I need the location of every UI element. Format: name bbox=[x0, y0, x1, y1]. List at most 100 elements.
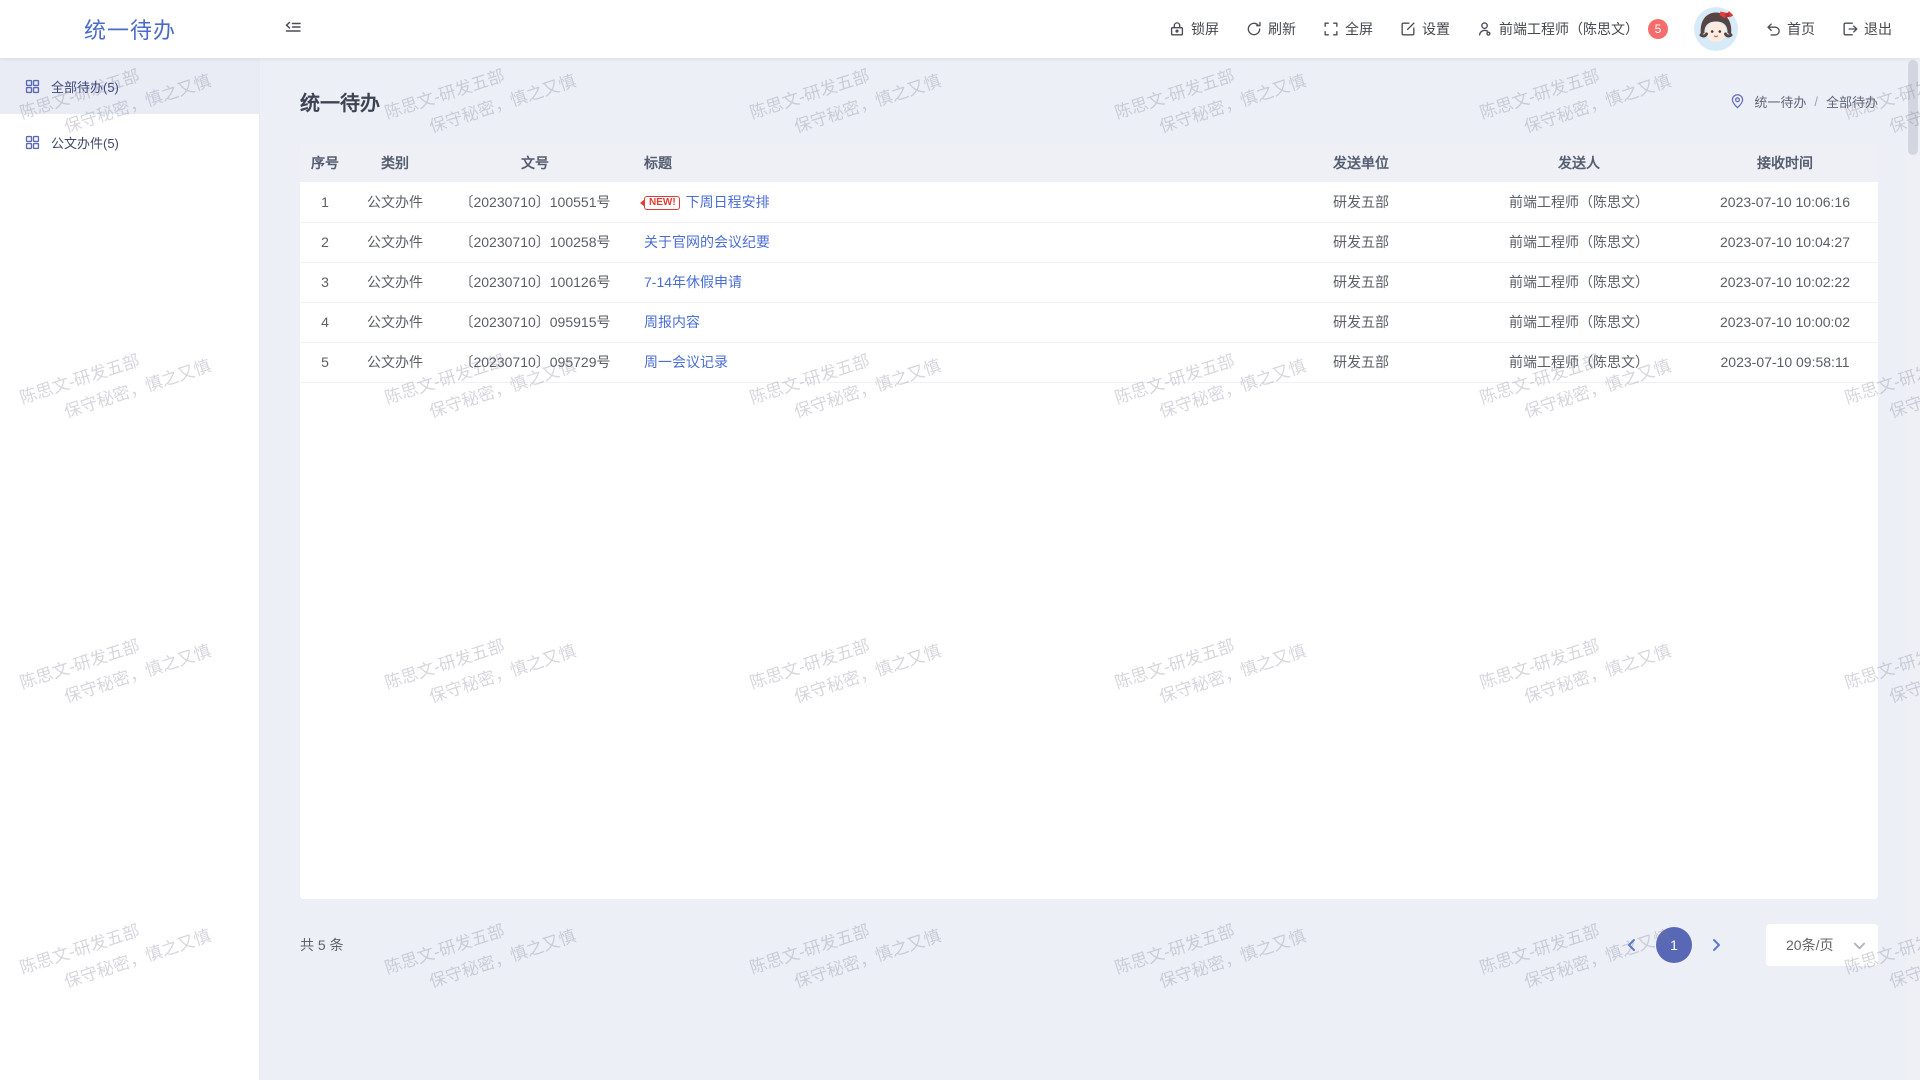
lock-icon bbox=[1168, 20, 1186, 38]
col-header-sender: 发送人 bbox=[1466, 144, 1692, 182]
table-row[interactable]: 4 公文办件 〔20230710〕095915号 周报内容 研发五部 前端工程师… bbox=[300, 302, 1878, 342]
new-tag-icon: NEW! bbox=[644, 196, 680, 210]
col-header-category: 类别 bbox=[350, 144, 440, 182]
app-logo: 统一待办 bbox=[84, 13, 176, 45]
breadcrumb-current: 全部待办 bbox=[1826, 92, 1878, 111]
cell-title: 关于官网的会议纪要 bbox=[630, 222, 1256, 262]
logo-area: 统一待办 bbox=[0, 13, 260, 45]
cell-unit: 研发五部 bbox=[1256, 222, 1466, 262]
scrollbar-thumb[interactable] bbox=[1908, 60, 1918, 155]
cell-title: 周报内容 bbox=[630, 302, 1256, 342]
breadcrumb: 统一待办 / 全部待办 bbox=[1729, 92, 1878, 111]
table-row[interactable]: 1 公文办件 〔20230710〕100551号 NEW!下周日程安排 研发五部… bbox=[300, 182, 1878, 222]
fullscreen-button[interactable]: 全屏 bbox=[1322, 19, 1373, 39]
todo-table-card: 序号 类别 文号 标题 发送单位 发送人 接收时间 1 公文办件 〔202307… bbox=[300, 144, 1878, 899]
cell-sender: 前端工程师（陈思文） bbox=[1466, 302, 1692, 342]
user-menu[interactable]: 前端工程师（陈思文） 5 bbox=[1476, 19, 1668, 39]
doc-title-link[interactable]: 下周日程安排 bbox=[686, 194, 770, 210]
logout-label: 退出 bbox=[1864, 19, 1892, 39]
cell-category: 公文办件 bbox=[350, 302, 440, 342]
col-header-received: 接收时间 bbox=[1692, 144, 1878, 182]
settings-icon bbox=[1399, 20, 1417, 38]
sidebar-item-label: 全部待办(5) bbox=[51, 77, 119, 96]
prev-page-button[interactable] bbox=[1618, 931, 1646, 959]
page-title: 统一待办 bbox=[300, 87, 380, 116]
cell-doc-no: 〔20230710〕100258号 bbox=[440, 222, 630, 262]
logout-icon bbox=[1841, 20, 1859, 38]
user-icon bbox=[1476, 20, 1494, 38]
cell-received-time: 2023-07-10 10:04:27 bbox=[1692, 222, 1878, 262]
cell-category: 公文办件 bbox=[350, 342, 440, 382]
lock-screen-button[interactable]: 锁屏 bbox=[1168, 19, 1219, 39]
lock-screen-label: 锁屏 bbox=[1191, 19, 1219, 39]
col-header-unit: 发送单位 bbox=[1256, 144, 1466, 182]
settings-label: 设置 bbox=[1422, 19, 1450, 39]
cell-category: 公文办件 bbox=[350, 182, 440, 222]
cell-index: 5 bbox=[300, 342, 350, 382]
home-button[interactable]: 首页 bbox=[1764, 19, 1815, 39]
home-label: 首页 bbox=[1787, 19, 1815, 39]
top-header: 统一待办 锁屏 刷新 全屏 bbox=[0, 0, 1920, 58]
pager-controls: 1 20条/页 bbox=[1618, 924, 1878, 966]
page-size-value: 20条/页 bbox=[1786, 935, 1833, 955]
avatar-image bbox=[1694, 7, 1738, 51]
cell-sender: 前端工程师（陈思文） bbox=[1466, 262, 1692, 302]
logout-button[interactable]: 退出 bbox=[1841, 19, 1892, 39]
cell-category: 公文办件 bbox=[350, 222, 440, 262]
cell-unit: 研发五部 bbox=[1256, 262, 1466, 302]
cell-received-time: 2023-07-10 10:06:16 bbox=[1692, 182, 1878, 222]
cell-unit: 研发五部 bbox=[1256, 342, 1466, 382]
breadcrumb-root[interactable]: 统一待办 bbox=[1754, 92, 1806, 111]
table-row[interactable]: 2 公文办件 〔20230710〕100258号 关于官网的会议纪要 研发五部 … bbox=[300, 222, 1878, 262]
cell-index: 4 bbox=[300, 302, 350, 342]
table-row[interactable]: 5 公文办件 〔20230710〕095729号 周一会议记录 研发五部 前端工… bbox=[300, 342, 1878, 382]
header-toolbar: 锁屏 刷新 全屏 设置 前端工程师（陈思文） 5 bbox=[1168, 7, 1920, 51]
fullscreen-label: 全屏 bbox=[1345, 19, 1373, 39]
refresh-button[interactable]: 刷新 bbox=[1245, 19, 1296, 39]
cell-category: 公文办件 bbox=[350, 262, 440, 302]
breadcrumb-separator: / bbox=[1814, 94, 1818, 109]
cell-doc-no: 〔20230710〕095915号 bbox=[440, 302, 630, 342]
table-header-row: 序号 类别 文号 标题 发送单位 发送人 接收时间 bbox=[300, 144, 1878, 182]
pagination: 共 5 条 1 20条/页 bbox=[300, 924, 1878, 966]
chevron-left-icon bbox=[1625, 938, 1639, 952]
table-body: 1 公文办件 〔20230710〕100551号 NEW! 下周日程安排 研发五部… bbox=[300, 182, 1878, 382]
doc-title-link[interactable]: 7-14年休假申请 bbox=[644, 274, 742, 290]
cell-received-time: 2023-07-10 10:02:22 bbox=[1692, 262, 1878, 302]
page-size-select[interactable]: 20条/页 bbox=[1766, 924, 1878, 966]
cell-sender: 前端工程师（陈思文） bbox=[1466, 342, 1692, 382]
cell-title: 7-14年休假申请 bbox=[630, 262, 1256, 302]
cell-unit: 研发五部 bbox=[1256, 302, 1466, 342]
table-row[interactable]: 3 公文办件 〔20230710〕100126号 7-14年休假申请 研发五部 … bbox=[300, 262, 1878, 302]
cell-doc-no: 〔20230710〕100126号 bbox=[440, 262, 630, 302]
doc-title-link[interactable]: 周一会议记录 bbox=[644, 354, 728, 370]
sidebar-item-label: 公文办件(5) bbox=[51, 133, 119, 152]
col-header-index: 序号 bbox=[300, 144, 350, 182]
sidebar-item-all-todos[interactable]: 全部待办(5) bbox=[0, 58, 259, 114]
chevron-right-icon bbox=[1709, 938, 1723, 952]
refresh-icon bbox=[1245, 20, 1263, 38]
doc-title-link[interactable]: 周报内容 bbox=[644, 314, 700, 330]
cell-sender: 前端工程师（陈思文） bbox=[1466, 222, 1692, 262]
main-content: 统一待办 统一待办 / 全部待办 序号 类别 文号 标题 发送单位 bbox=[260, 58, 1906, 1080]
cell-index: 3 bbox=[300, 262, 350, 302]
col-header-title: 标题 bbox=[630, 144, 1256, 182]
home-undo-icon bbox=[1764, 20, 1782, 38]
avatar[interactable] bbox=[1694, 7, 1738, 51]
refresh-label: 刷新 bbox=[1268, 19, 1296, 39]
page-number-button[interactable]: 1 bbox=[1656, 927, 1692, 963]
sidebar: 全部待办(5) 公文办件(5) bbox=[0, 58, 260, 1080]
sidebar-item-official-docs[interactable]: 公文办件(5) bbox=[0, 114, 259, 170]
vertical-scrollbar[interactable] bbox=[1906, 58, 1920, 1080]
cell-doc-no: 〔20230710〕095729号 bbox=[440, 342, 630, 382]
col-header-doc-no: 文号 bbox=[440, 144, 630, 182]
next-page-button[interactable] bbox=[1702, 931, 1730, 959]
cell-index: 1 bbox=[300, 182, 350, 222]
sidebar-collapse-button[interactable] bbox=[283, 19, 303, 39]
total-count-label: 共 5 条 bbox=[300, 935, 344, 955]
cell-doc-no: 〔20230710〕100551号 bbox=[440, 182, 630, 222]
settings-button[interactable]: 设置 bbox=[1399, 19, 1450, 39]
cell-title: 周一会议记录 bbox=[630, 342, 1256, 382]
cell-index: 2 bbox=[300, 222, 350, 262]
doc-title-link[interactable]: 关于官网的会议纪要 bbox=[644, 234, 770, 250]
